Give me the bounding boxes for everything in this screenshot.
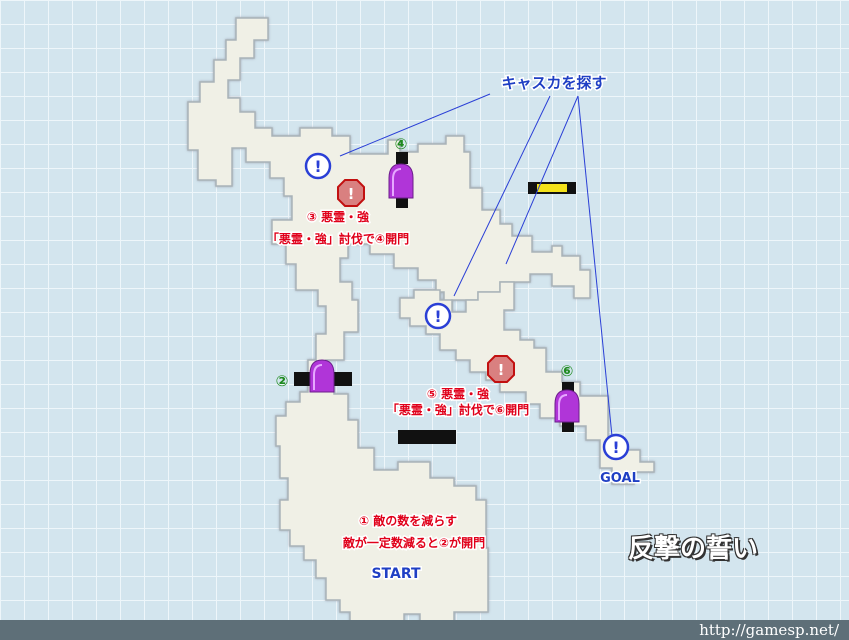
wall-bar-lower [398, 430, 456, 444]
info-marker-goal: ! [602, 433, 630, 461]
step1-description: 敵が一定数減ると②が開門 [343, 535, 485, 550]
step1-title: ① 敵の数を減らす [359, 513, 457, 528]
goal-label: GOAL [600, 471, 640, 486]
callout-find-casca: キャスカを探す [501, 74, 606, 92]
step5-title: ⑤ 悪霊・強 [427, 386, 489, 401]
start-label: START [371, 566, 421, 582]
step5-description: 「悪霊・強」討伐で⑥開門 [387, 402, 529, 417]
step3-description: 「悪霊・強」討伐で④開門 [267, 231, 409, 246]
info-mark-text: ! [434, 307, 441, 326]
gate6-capsule [554, 389, 580, 423]
gate2-capsule [309, 359, 335, 393]
info-mark-text: ! [612, 438, 619, 457]
gate6-label: ⑥ [561, 362, 574, 380]
gate2-label: ② [276, 372, 289, 390]
footer-bar: http://gamesp.net/ [0, 620, 849, 640]
alert-mark-text: ! [498, 361, 505, 379]
info-marker-upper: ! [304, 152, 332, 180]
gate4-bar-top [396, 152, 408, 164]
info-mark-text: ! [314, 157, 321, 176]
step3-title: ③ 悪霊・強 [307, 209, 369, 224]
map-title: 反撃の誓い [628, 534, 759, 564]
site-credit: http://gamesp.net/ [699, 621, 839, 639]
alert-marker-upper: ! [337, 179, 365, 207]
alert-mark-text: ! [348, 185, 355, 203]
floor-area [187, 17, 655, 625]
gate4-capsule [388, 163, 414, 199]
info-marker-middle: ! [424, 302, 452, 330]
yellow-item [528, 182, 576, 194]
alert-marker-middle: ! [487, 355, 515, 383]
gate4-label: ④ [395, 135, 408, 153]
floor-upper-left [187, 17, 591, 381]
